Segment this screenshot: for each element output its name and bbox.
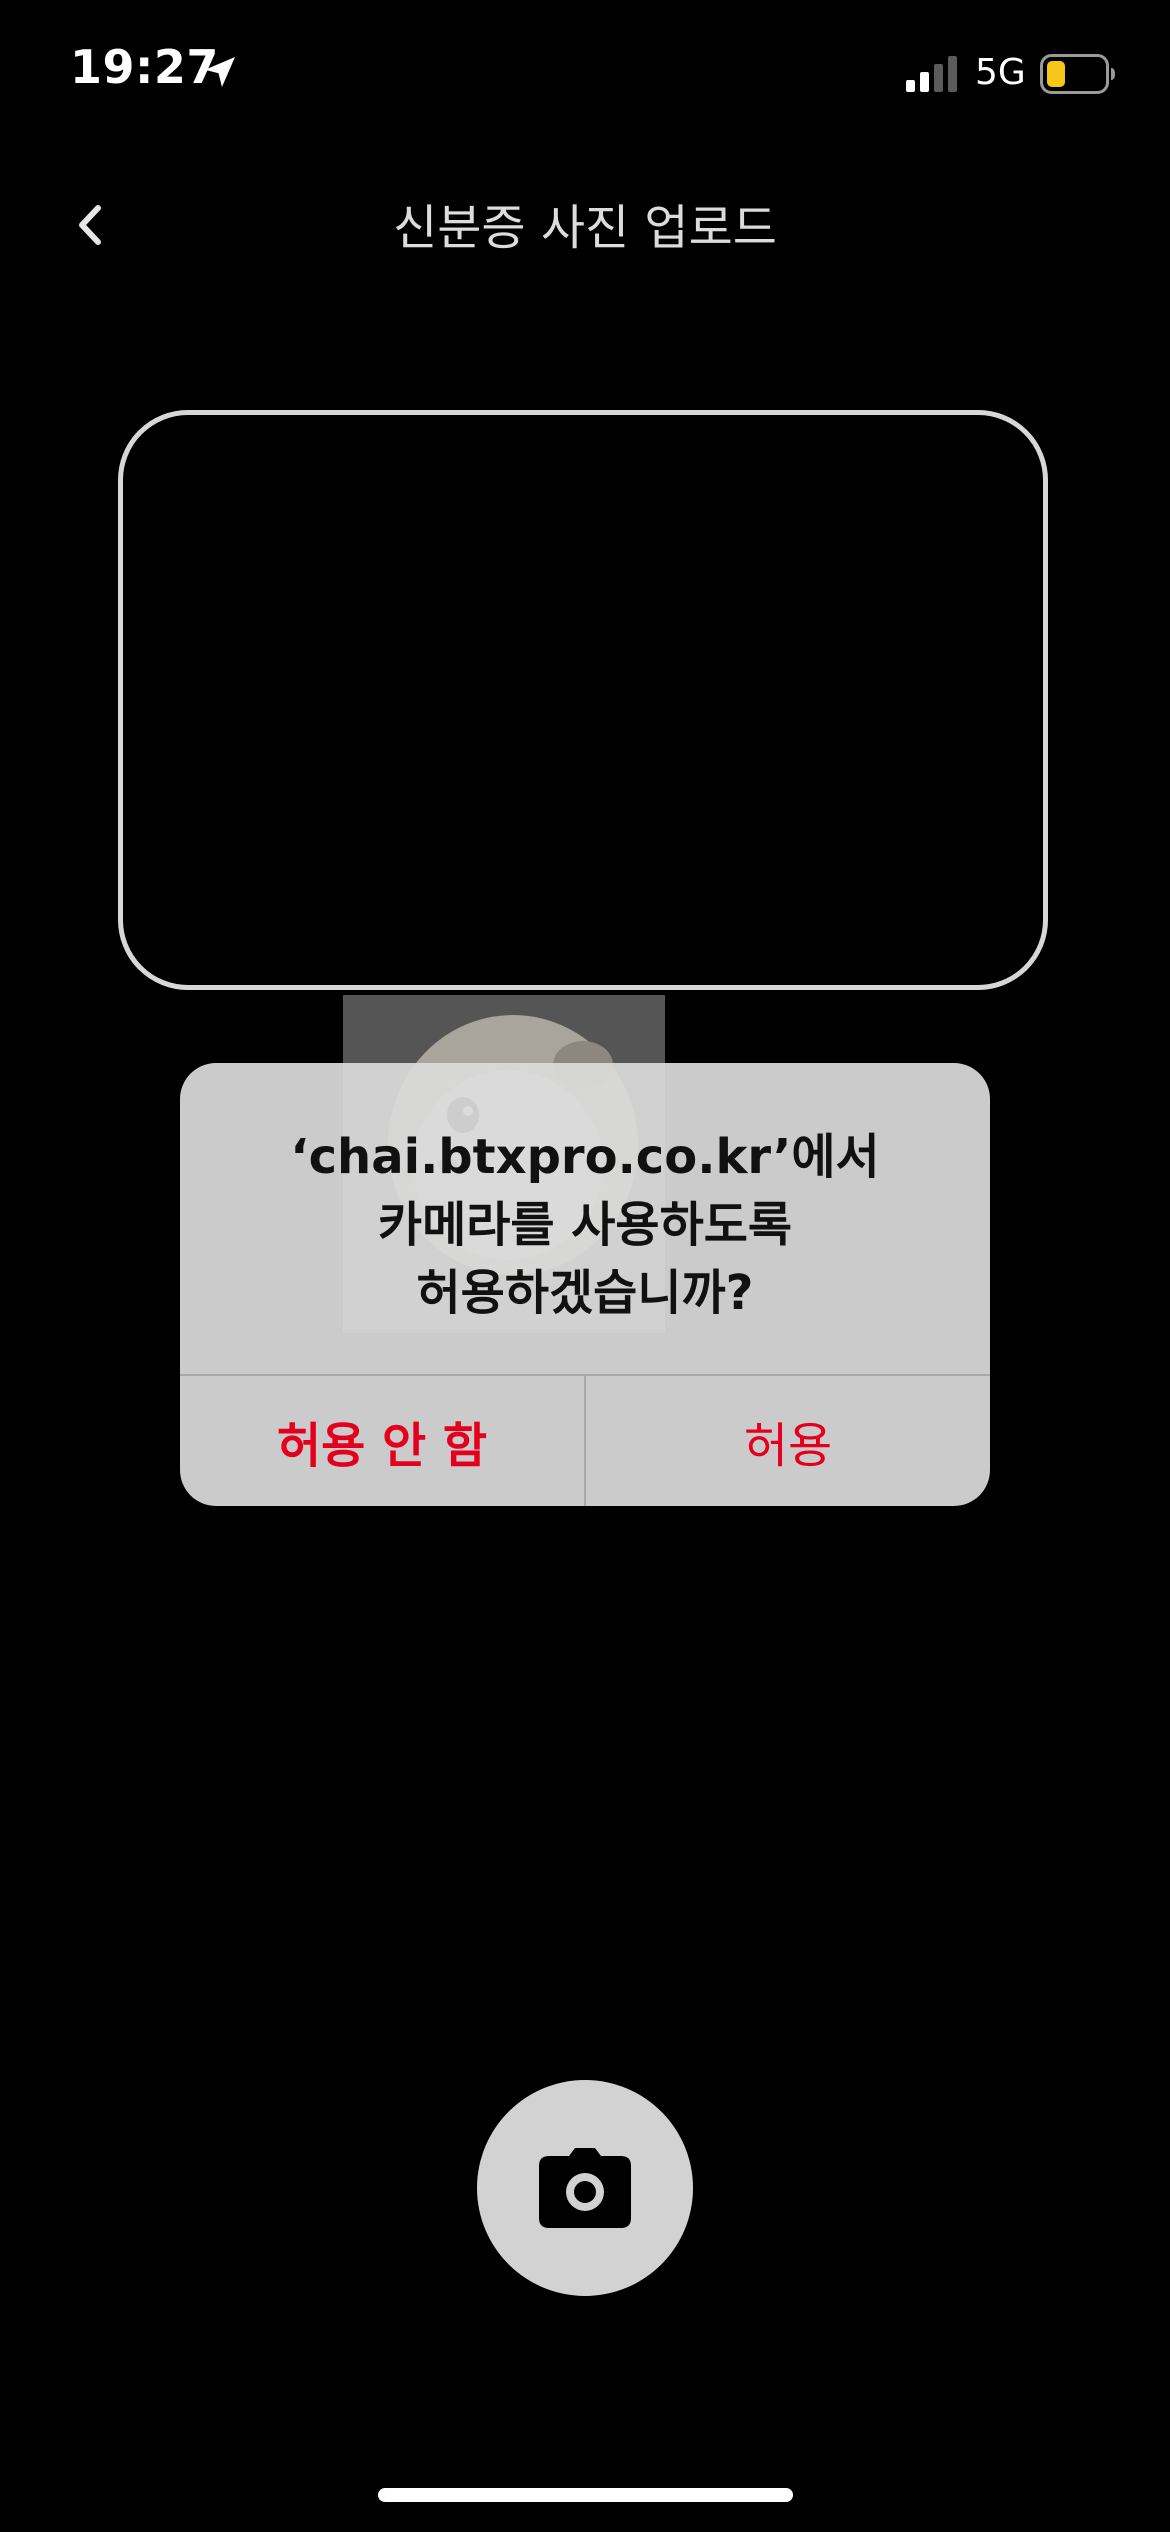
home-indicator (378, 2488, 793, 2502)
battery-icon (1040, 54, 1115, 94)
location-arrow-icon (205, 57, 235, 87)
status-time: 19:27 (70, 40, 219, 94)
alert-message: ‘chai.btxpro.co.kr’에서 카메라를 사용하도록 허용하겠습니까… (220, 1123, 950, 1327)
network-type: 5G (975, 52, 1026, 93)
alert-message-line: ‘chai.btxpro.co.kr’에서 (290, 1129, 880, 1185)
page-title: 신분증 사진 업로드 (393, 200, 777, 256)
shutter-button[interactable] (477, 2080, 693, 2296)
signal-icon (906, 56, 957, 92)
alert-message-line: 카메라를 사용하도록 (377, 1197, 793, 1253)
camera-permission-alert: ‘chai.btxpro.co.kr’에서 카메라를 사용하도록 허용하겠습니까… (180, 1063, 990, 1506)
id-card-frame (118, 410, 1048, 990)
camera-icon (539, 2148, 631, 2228)
deny-button[interactable]: 허용 안 함 (180, 1376, 584, 1506)
allow-button[interactable]: 허용 (586, 1376, 990, 1506)
alert-message-line: 허용하겠습니까? (416, 1265, 754, 1321)
